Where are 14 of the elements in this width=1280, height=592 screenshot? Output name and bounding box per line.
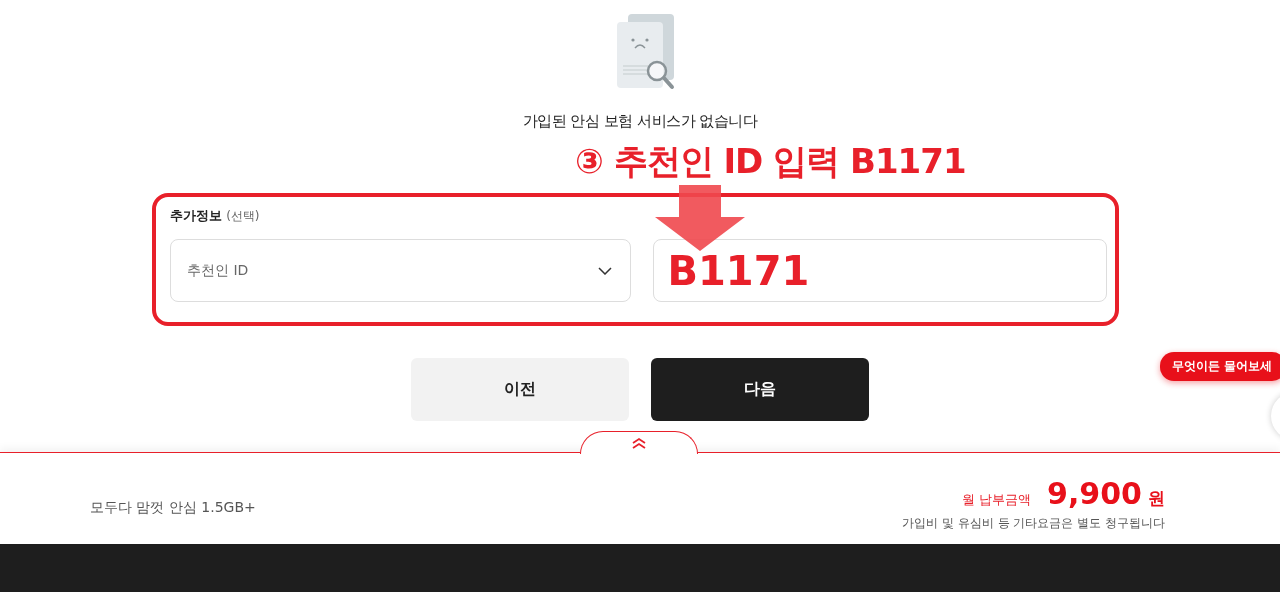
annotation-label: ③ 추천인 ID 입력 B1171: [575, 140, 966, 183]
referrer-select[interactable]: 추천인 ID: [170, 239, 631, 302]
price-unit: 원: [1148, 486, 1165, 510]
referrer-id-field[interactable]: B1171: [652, 239, 1107, 302]
price-note: 가입비 및 유심비 등 기타요금은 별도 청구됩니다: [902, 514, 1165, 532]
chat-bubble[interactable]: 무엇이든 물어보세: [1159, 352, 1280, 381]
previous-button[interactable]: 이전: [411, 358, 629, 421]
optional-label: (선택): [226, 209, 260, 223]
price-amount: 9,900: [1047, 475, 1142, 511]
plan-name: 모두다 맘껏 안심 1.5GB+: [90, 498, 256, 517]
empty-message: 가입된 안심 보험 서비스가 없습니다: [522, 112, 758, 131]
section-title: 추가정보: [170, 208, 222, 223]
next-button[interactable]: 다음: [651, 358, 869, 421]
price-label: 월 납부금액: [961, 490, 1032, 509]
